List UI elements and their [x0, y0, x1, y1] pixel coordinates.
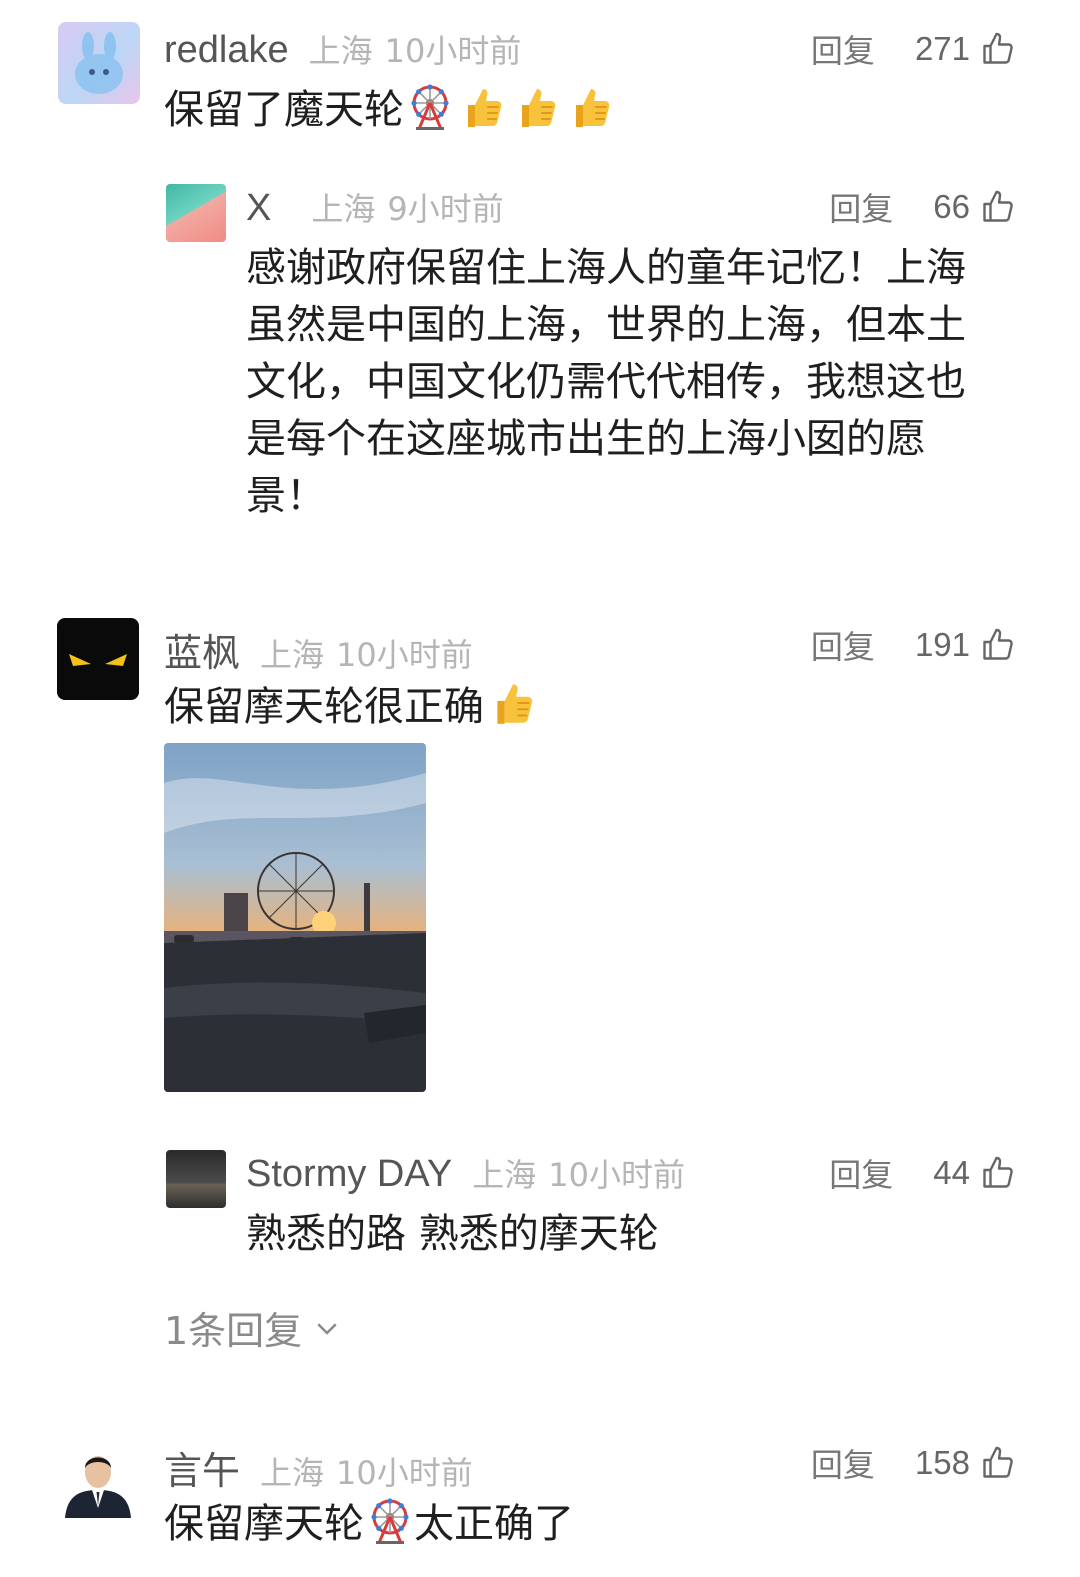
comment-text-body: 保留摩天轮 — [164, 1501, 364, 1547]
reply-actions: 回复 44 — [829, 1150, 1016, 1196]
avatar[interactable] — [58, 22, 140, 104]
location: 上海 — [311, 190, 376, 228]
location: 上海 — [260, 636, 325, 674]
comment-meta: redlake 上海 10小时前 — [164, 26, 521, 72]
like-icon[interactable] — [980, 31, 1016, 67]
comment-meta: 蓝枫 上海 10小时前 — [164, 622, 473, 677]
reply-button[interactable]: 回复 — [829, 1150, 893, 1196]
location: 上海 — [308, 32, 373, 70]
avatar[interactable] — [57, 618, 139, 700]
reply-button[interactable]: 回复 — [811, 26, 875, 72]
avatar[interactable] — [166, 184, 226, 242]
reply-text: 感谢政府保留住上海人的童年记忆！上海虽然是中国的上海，世界的上海，但本土文化，中… — [246, 245, 966, 519]
comment-actions: 回复 271 — [811, 26, 1016, 72]
thumbs-up-emoji-icon — [456, 83, 508, 131]
like-icon[interactable] — [980, 1155, 1016, 1191]
reply-button[interactable]: 回复 — [811, 1440, 875, 1486]
author-name[interactable]: X — [246, 187, 271, 230]
sunset-ferris-wheel-photo — [164, 743, 426, 1092]
timestamp: 10小时前 — [548, 1156, 685, 1194]
like-icon[interactable] — [980, 189, 1016, 225]
bunny-avatar-icon — [75, 32, 123, 94]
thumbs-up-emoji-icon — [510, 83, 562, 131]
author-name[interactable]: Stormy DAY — [246, 1153, 452, 1196]
timestamp: 10小时前 — [336, 636, 473, 674]
location: 上海 — [260, 1454, 325, 1492]
more-replies-button[interactable]: 1条回复 — [164, 1300, 342, 1355]
reply-text: 熟悉的路 熟悉的摩天轮 — [246, 1211, 659, 1257]
location: 上海 — [472, 1156, 537, 1194]
more-replies-label: 1条回复 — [164, 1309, 303, 1353]
author-name[interactable]: 蓝枫 — [164, 622, 240, 677]
person-avatar-icon — [65, 1456, 131, 1518]
thumbs-up-emoji-icon — [564, 83, 616, 131]
comment-text: 保留了魔天轮 — [164, 82, 616, 139]
reply-meta: X 上海 9小时前 — [246, 184, 504, 230]
reply-actions: 回复 66 — [829, 184, 1016, 230]
comment-text: 保留摩天轮 太正确了 — [164, 1496, 574, 1553]
comment-text-body: 保留摩天轮很正确 — [164, 684, 484, 730]
eyes-avatar-icon — [69, 654, 127, 666]
author-name[interactable]: redlake — [164, 29, 289, 72]
comment-item: 蓝枫 上海 10小时前 回复 191 保留摩天轮很正确 Stormy DAY 上… — [0, 600, 1080, 1360]
like-icon[interactable] — [980, 1445, 1016, 1481]
comment-actions: 回复 191 — [811, 622, 1016, 668]
comment-text-body: 保留了魔天轮 — [164, 87, 404, 133]
reply-meta: Stormy DAY 上海 10小时前 — [246, 1150, 685, 1196]
timestamp: 10小时前 — [384, 32, 522, 70]
timestamp: 10小时前 — [336, 1454, 473, 1492]
thumbs-up-emoji-icon — [486, 678, 538, 728]
comment-meta: 言午 上海 10小时前 — [164, 1440, 473, 1495]
comment-photo[interactable] — [164, 743, 426, 1092]
like-count: 191 — [914, 626, 970, 663]
comment-actions: 回复 158 — [811, 1440, 1016, 1486]
timestamp: 9小时前 — [387, 190, 504, 228]
reply-button[interactable]: 回复 — [829, 184, 893, 230]
like-count: 44 — [933, 1154, 970, 1191]
avatar[interactable] — [166, 1150, 226, 1208]
like-count: 271 — [914, 30, 970, 67]
comment-item: redlake 上海 10小时前 回复 271 保留了魔天轮 X 上海 9小时前… — [0, 0, 1080, 560]
like-icon[interactable] — [980, 627, 1016, 663]
like-count: 66 — [933, 188, 970, 225]
comment-text-body: 太正确了 — [414, 1501, 574, 1547]
comment-text: 保留摩天轮很正确 — [164, 678, 538, 736]
reply-button[interactable]: 回复 — [811, 622, 875, 668]
like-count: 158 — [914, 1444, 970, 1481]
author-name[interactable]: 言午 — [164, 1440, 240, 1495]
ferris-wheel-emoji-icon — [406, 83, 454, 131]
avatar[interactable] — [57, 1436, 139, 1518]
comment-item: 言午 上海 10小时前 回复 158 保留摩天轮 太正确了 — [0, 1418, 1080, 1577]
ferris-wheel-emoji-icon — [366, 1497, 414, 1545]
chevron-down-icon — [317, 1322, 337, 1335]
